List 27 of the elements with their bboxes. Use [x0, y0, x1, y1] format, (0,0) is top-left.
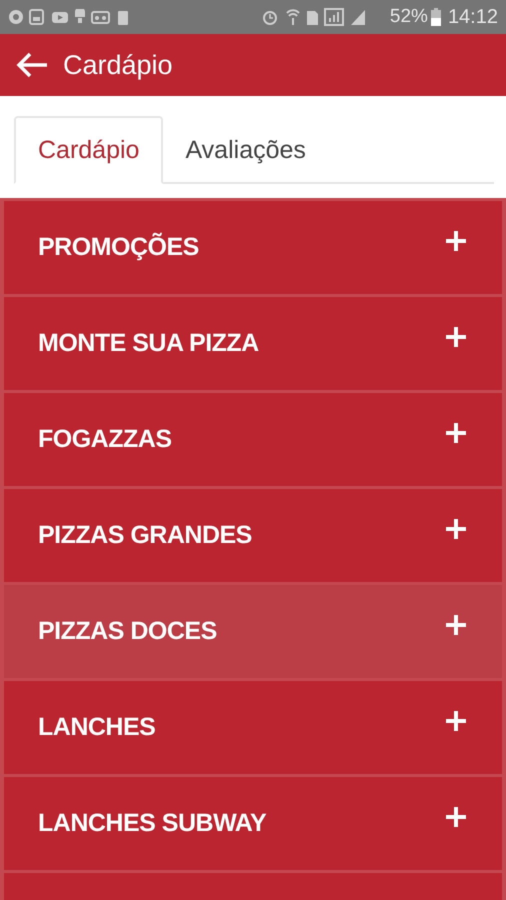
- back-arrow-icon[interactable]: [15, 51, 49, 79]
- plus-icon: [446, 422, 466, 442]
- menu-category-item[interactable]: LANCHES SUBWAY: [4, 777, 502, 870]
- screen-title: Cardápio: [63, 50, 173, 80]
- menu-category-item[interactable]: LANCHES: [4, 681, 502, 774]
- battery-percentage: 52%: [390, 6, 428, 28]
- clock: 14:12: [448, 6, 498, 28]
- category-name: PROMOÇÕES: [38, 233, 199, 262]
- tab[interactable]: Cardápio: [14, 116, 164, 184]
- plus-icon: [446, 710, 466, 730]
- menu-category-item[interactable]: PIZZAS DOCES: [4, 585, 502, 678]
- category-name: LANCHES: [38, 713, 156, 742]
- category-name: MONTE SUA PIZZA: [38, 329, 259, 358]
- plus-icon: [446, 518, 466, 538]
- menu-category-item[interactable]: FOGAZZAS: [4, 393, 502, 486]
- battery-icon: [430, 8, 441, 26]
- plus-icon: [446, 326, 466, 346]
- category-name: PIZZAS GRANDES: [38, 521, 252, 550]
- menu-category-item[interactable]: PIZZAS GRANDES: [4, 489, 502, 582]
- menu-category-item[interactable]: PROMOÇÕES: [4, 201, 502, 294]
- plus-icon: [446, 614, 466, 634]
- category-name: FOGAZZAS: [38, 425, 172, 454]
- category-name: LANCHES SUBWAY: [38, 809, 266, 838]
- plus-icon: [446, 806, 466, 826]
- plus-icon: [446, 230, 466, 250]
- menu-category-item[interactable]: MONTE SUA PIZZA: [4, 297, 502, 390]
- category-name: PIZZAS DOCES: [38, 617, 217, 646]
